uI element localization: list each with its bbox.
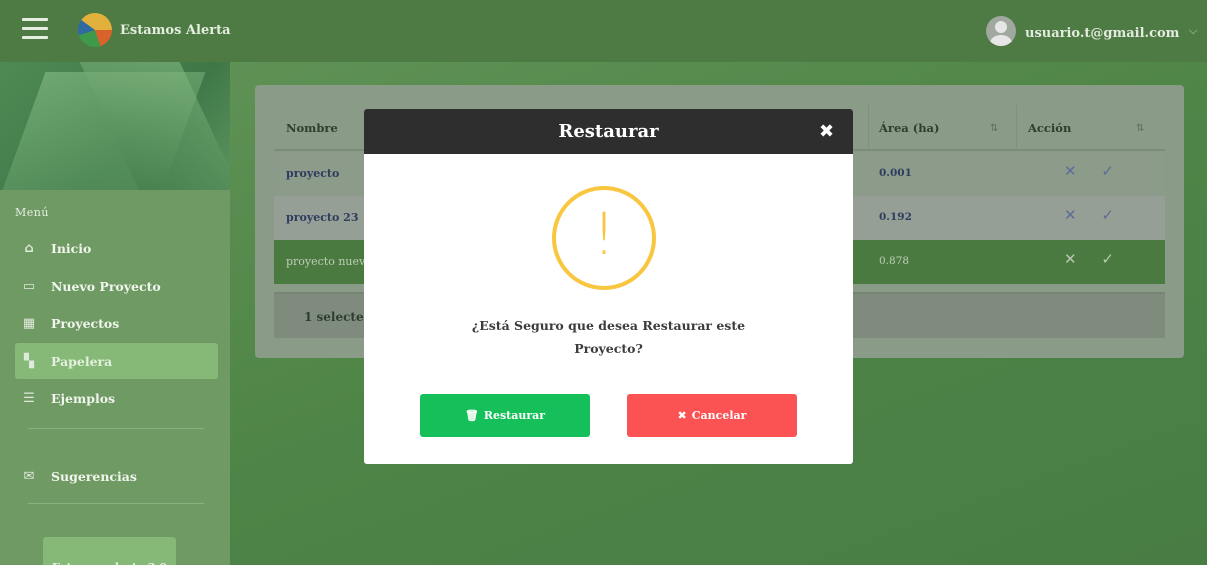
close-icon[interactable]: ✖ — [819, 121, 834, 142]
dialog-message: ¿Está Seguro que desea Restaurar este Pr… — [471, 318, 746, 356]
restore-dialog: Restaurar ✖ ! ¿Está Seguro que desea Res… — [364, 109, 853, 464]
trash-icon: 🗑 — [464, 409, 479, 422]
close-icon: ✖ — [677, 409, 687, 422]
restore-button[interactable]: 🗑 Restaurar — [420, 394, 590, 437]
cancel-button[interactable]: ✖ Cancelar — [627, 394, 797, 437]
dialog-title: Restaurar — [558, 121, 659, 142]
restore-button-label: Restaurar — [483, 409, 546, 422]
warning-icon: ! — [552, 186, 656, 290]
exclamation-mark: ! — [592, 200, 616, 268]
dialog-header: Restaurar ✖ — [364, 109, 853, 154]
cancel-button-label: Cancelar — [691, 409, 747, 422]
